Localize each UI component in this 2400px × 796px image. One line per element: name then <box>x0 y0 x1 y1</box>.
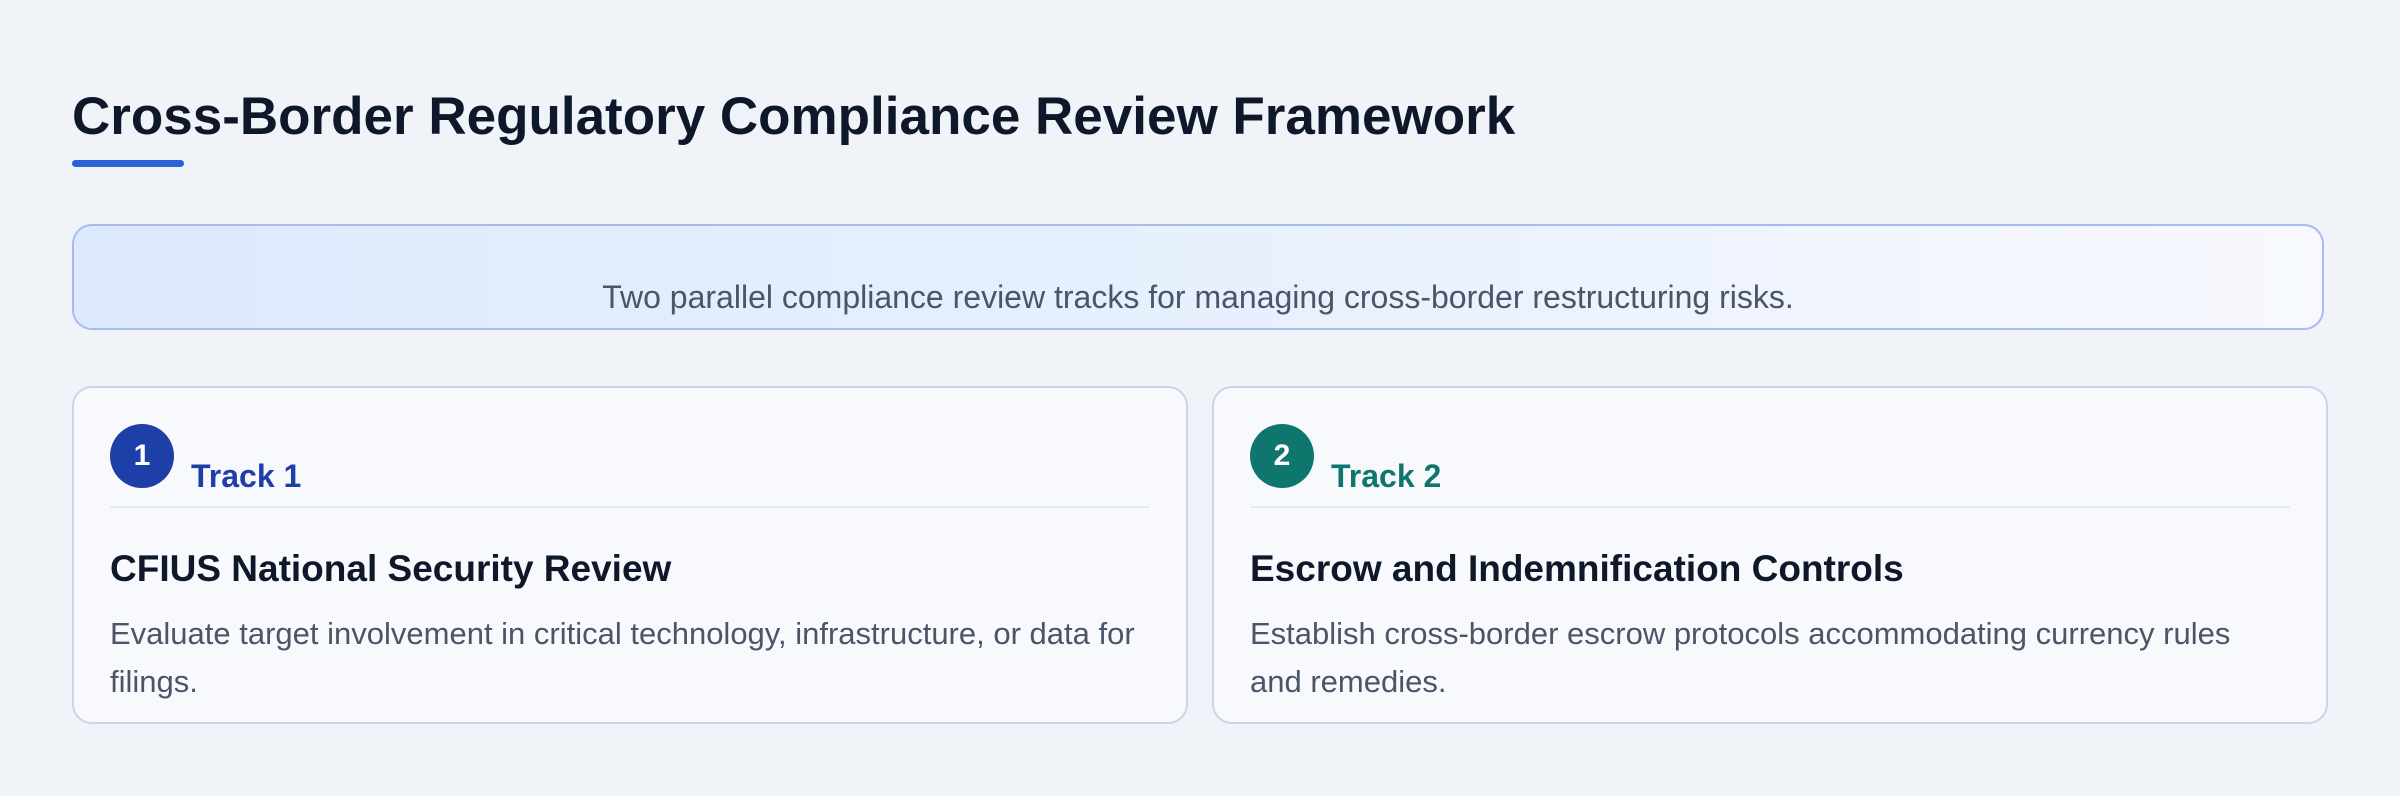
track-label: Track 1 <box>191 458 302 494</box>
track-description: Evaluate target involvement in critical … <box>110 616 1135 699</box>
track-number-badge: 1 <box>110 424 174 488</box>
track-label: Track 2 <box>1331 458 1442 494</box>
track-number-badge: 2 <box>1250 424 1314 488</box>
banner-text: Two parallel compliance review tracks fo… <box>602 279 1794 315</box>
card-divider <box>110 506 1150 508</box>
card-divider <box>1250 506 2290 508</box>
track-card-1: 1 Track 1 CFIUS National Security Review… <box>72 386 1188 724</box>
page-title: Cross-Border Regulatory Compliance Revie… <box>72 87 1516 146</box>
summary-banner: Two parallel compliance review tracks fo… <box>72 224 2324 330</box>
track-card-2: 2 Track 2 Escrow and Indemnification Con… <box>1212 386 2328 724</box>
track-title: CFIUS National Security Review <box>110 548 672 589</box>
track-title: Escrow and Indemnification Controls <box>1250 548 1904 589</box>
track-description: Establish cross-border escrow protocols … <box>1250 616 2231 699</box>
title-underline <box>72 160 184 167</box>
